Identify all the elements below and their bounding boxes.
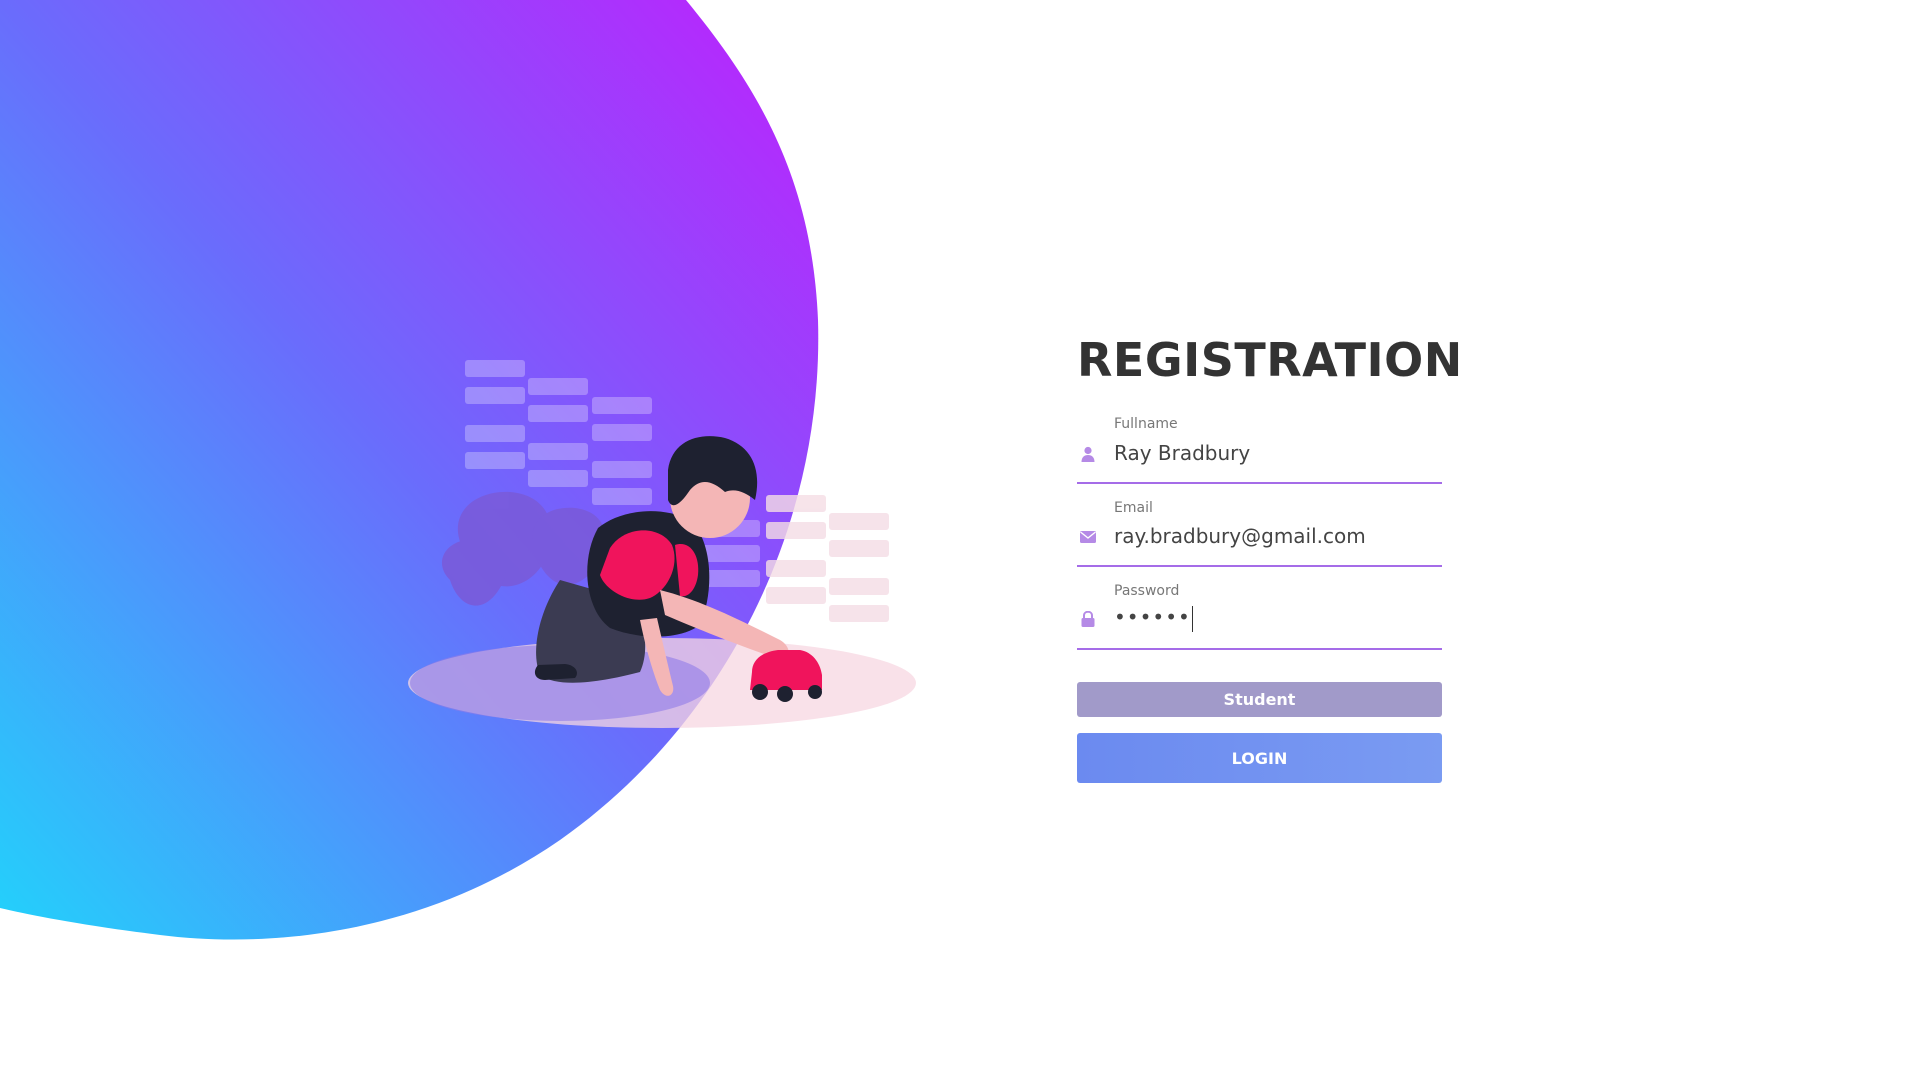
fullname-label: Fullname xyxy=(1114,416,1178,432)
email-input[interactable]: ray.bradbury@gmail.com xyxy=(1114,524,1434,548)
password-input[interactable]: •••••• xyxy=(1114,605,1434,632)
password-masked-value: •••••• xyxy=(1114,605,1191,629)
password-field[interactable]: Password •••••• xyxy=(1077,567,1442,650)
lock-icon xyxy=(1079,610,1097,628)
fullname-field[interactable]: Fullname Ray Bradbury xyxy=(1077,403,1442,484)
toy-car xyxy=(750,650,822,702)
envelope-icon xyxy=(1079,528,1097,546)
child-playing-illustration xyxy=(408,360,916,728)
login-button[interactable]: LOGIN xyxy=(1077,733,1442,783)
password-label: Password xyxy=(1114,583,1180,599)
text-caret xyxy=(1191,605,1193,632)
login-page: REGISTRATION Fullname Ray Bradbury Email… xyxy=(0,0,1920,1080)
email-field[interactable]: Email ray.bradbury@gmail.com xyxy=(1077,484,1442,567)
fullname-input[interactable]: Ray Bradbury xyxy=(1114,441,1434,465)
student-role-button[interactable]: Student xyxy=(1077,682,1442,717)
email-label: Email xyxy=(1114,500,1153,516)
registration-form: REGISTRATION Fullname Ray Bradbury Email… xyxy=(1077,320,1463,783)
form-title: REGISTRATION xyxy=(1077,333,1463,387)
user-icon xyxy=(1079,445,1097,463)
